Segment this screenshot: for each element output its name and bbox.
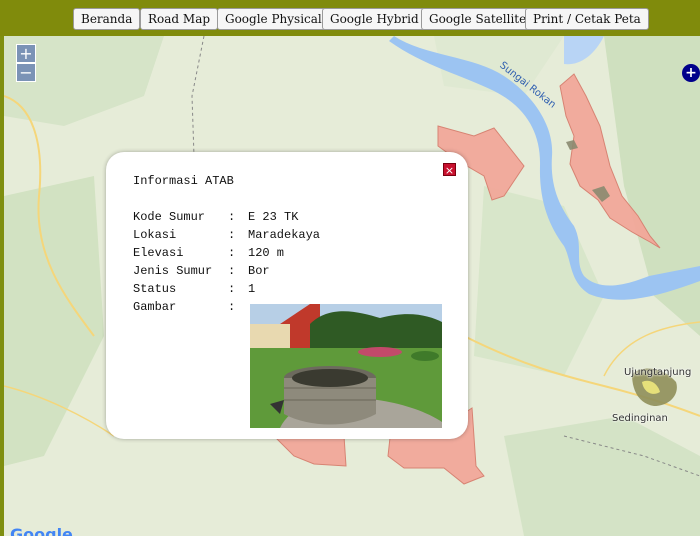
region-polygon [272,435,347,467]
popup-title: Informasi ATAB [133,174,234,188]
forest-area [4,176,104,466]
info-key: Gambar [133,300,177,314]
info-key: Lokasi [133,228,177,242]
info-value: Bor [248,264,270,278]
info-key: Status [133,282,177,296]
zoom-control: + − [16,44,36,82]
info-separator: : [228,282,236,296]
google-physical-button[interactable]: Google Physical [217,8,330,30]
info-value: 120 m [248,246,285,260]
info-separator: : [228,264,236,278]
info-key: Jenis Sumur [133,264,213,278]
google-hybrid-button[interactable]: Google Hybrid [322,8,427,30]
google-satellite-button[interactable]: Google Satellite [421,8,535,30]
zoom-in-button[interactable]: + [16,44,36,63]
home-button[interactable]: Beranda [73,8,141,30]
boundary-line [191,36,205,157]
info-separator: : [228,210,236,224]
well-photo [250,304,442,428]
town-label-sedinginan: Sedinginan [612,413,668,424]
info-separator: : [228,246,236,260]
info-separator: : [228,228,236,242]
close-icon[interactable]: × [443,163,456,177]
info-separator: : [228,300,236,314]
info-value: 1 [248,282,256,296]
google-logo: Google [10,525,73,536]
toolbar: Beranda Road Map Google Physical Google … [0,0,700,36]
layer-switcher-icon[interactable]: + [682,64,700,82]
zoom-out-button[interactable]: − [16,63,36,82]
town-label-ujungtanjung: Ujungtanjung [624,367,692,378]
info-key: Kode Sumur [133,210,206,224]
info-value: Maradekaya [248,228,321,242]
forest-area [504,416,700,536]
info-popup: × Informasi ATAB Kode Sumur : E 23 TK Lo… [106,152,468,439]
river [564,36,604,65]
info-value: E 23 TK [248,210,299,224]
road-map-button[interactable]: Road Map [140,8,219,30]
info-key: Elevasi [133,246,184,260]
print-map-button[interactable]: Print / Cetak Peta [525,8,649,30]
